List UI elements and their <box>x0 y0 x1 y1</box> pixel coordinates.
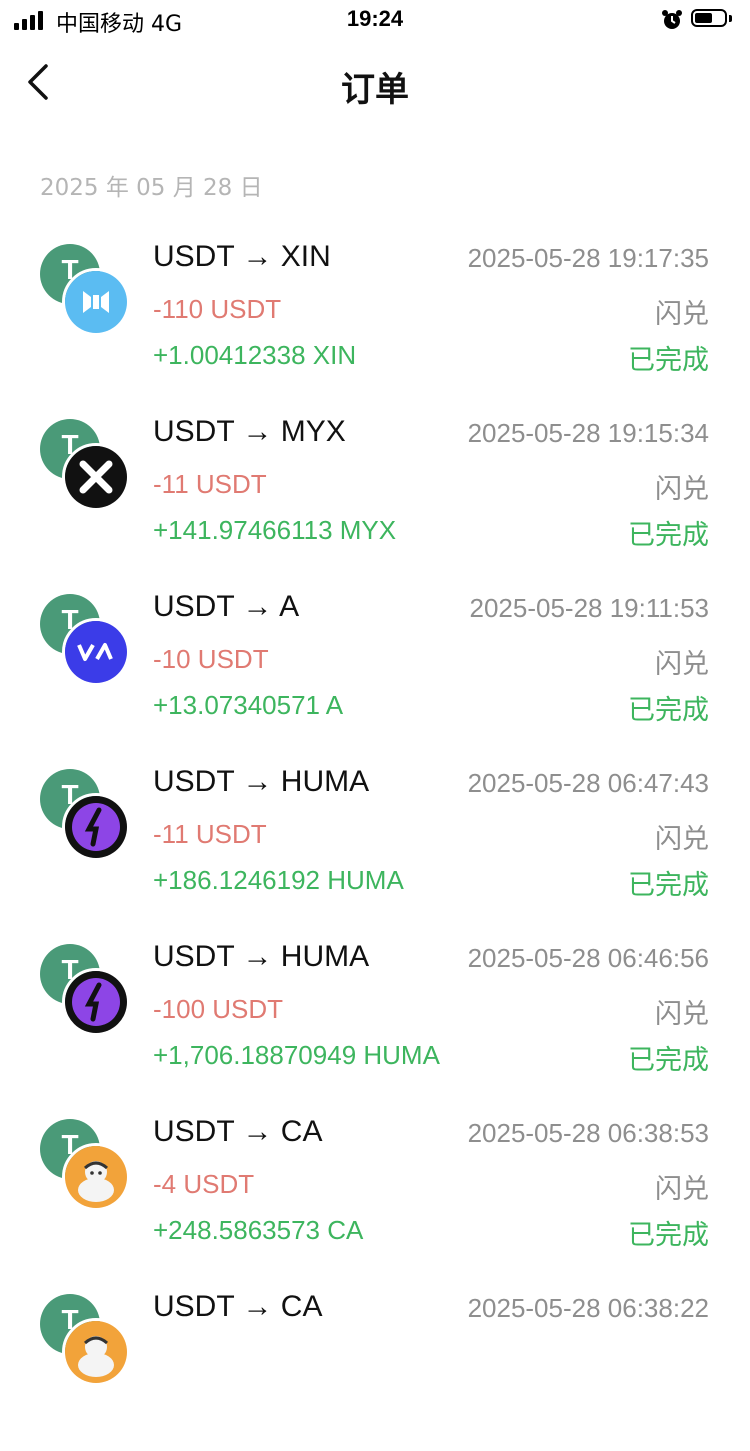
order-pair: USDT → MYX <box>153 415 346 448</box>
order-pair: USDT → CA <box>153 1115 323 1148</box>
order-debit: -4 USDT <box>153 1169 255 1199</box>
order-kind: 闪兑 <box>655 999 709 1030</box>
order-pair: USDT → CA <box>153 1290 323 1323</box>
order-kind: 闪兑 <box>655 299 709 330</box>
order-time: 2025-05-28 19:11:53 <box>469 593 710 623</box>
pair-icons: T <box>40 594 130 686</box>
order-time: 2025-05-28 19:17:35 <box>467 243 709 273</box>
order-row[interactable]: T USDT → HUMA 2025-05-28 06:46:56 -100 U… <box>0 926 750 1101</box>
order-status: 已完成 <box>628 1220 709 1251</box>
order-time: 2025-05-28 06:38:53 <box>467 1118 709 1148</box>
order-credit: +141.97466113 MYX <box>153 515 397 545</box>
order-row[interactable]: T USDT → CA 2025-05-28 06:38:22 <box>0 1276 750 1451</box>
pair-icons: T <box>40 1294 130 1386</box>
order-time: 2025-05-28 06:47:43 <box>467 768 709 798</box>
order-debit: -11 USDT <box>153 819 267 849</box>
order-time: 2025-05-28 06:46:56 <box>467 943 709 973</box>
pair-icons: T <box>40 1119 130 1211</box>
order-status: 已完成 <box>628 345 709 376</box>
order-credit: +248.5863573 CA <box>153 1215 364 1245</box>
order-status: 已完成 <box>628 870 709 901</box>
order-kind: 闪兑 <box>655 474 709 505</box>
ca-icon <box>62 1318 130 1386</box>
order-row[interactable]: T USDT → A 2025-05-28 19:11:53 -10 USDT … <box>0 576 750 751</box>
status-clock: 19:24 <box>346 6 404 31</box>
myx-icon <box>62 443 130 511</box>
ca-icon <box>62 1143 130 1211</box>
status-bar: 中国移动 4G 19:24 <box>0 0 750 40</box>
order-row[interactable]: T USDT → MYX 2025-05-28 19:15:34 -11 USD… <box>0 401 750 576</box>
pair-icons: T <box>40 769 130 861</box>
order-credit: +186.1246192 HUMA <box>153 865 404 895</box>
order-list: T USDT → XIN 2025-05-28 19:17:35 -110 US… <box>0 226 750 1451</box>
order-status: 已完成 <box>628 695 709 726</box>
alarm-icon <box>662 10 682 29</box>
order-row[interactable]: T USDT → HUMA 2025-05-28 06:47:43 -11 US… <box>0 751 750 926</box>
battery-icon <box>691 9 733 29</box>
huma-icon <box>62 968 130 1036</box>
order-pair: USDT → XIN <box>153 240 331 273</box>
nav-bar: 订单 <box>0 44 750 124</box>
order-kind: 闪兑 <box>655 1174 709 1205</box>
date-header: 2025 年 05 月 28 日 <box>40 175 263 201</box>
order-row[interactable]: T USDT → CA 2025-05-28 06:38:53 -4 USDT … <box>0 1101 750 1276</box>
order-credit: +13.07340571 A <box>153 690 344 720</box>
order-debit: -100 USDT <box>153 994 284 1024</box>
order-credit: +1.00412338 XIN <box>153 340 357 370</box>
order-pair: USDT → HUMA <box>153 940 370 973</box>
pair-icons: T <box>40 419 130 511</box>
order-row[interactable]: T USDT → XIN 2025-05-28 19:17:35 -110 US… <box>0 226 750 401</box>
order-status: 已完成 <box>628 1045 709 1076</box>
pair-icons: T <box>40 244 130 336</box>
order-debit: -10 USDT <box>153 644 269 674</box>
a-icon <box>62 618 130 686</box>
xin-icon <box>62 268 130 336</box>
huma-icon <box>62 793 130 861</box>
order-pair: USDT → A <box>153 590 300 623</box>
order-kind: 闪兑 <box>655 649 709 680</box>
pair-icons: T <box>40 944 130 1036</box>
order-debit: -11 USDT <box>153 469 267 499</box>
order-status: 已完成 <box>628 520 709 551</box>
order-time: 2025-05-28 19:15:34 <box>467 418 709 448</box>
page-title: 订单 <box>341 70 409 110</box>
order-debit: -110 USDT <box>153 294 282 324</box>
order-time: 2025-05-28 06:38:22 <box>467 1293 709 1323</box>
order-kind: 闪兑 <box>655 824 709 855</box>
order-pair: USDT → HUMA <box>153 765 370 798</box>
order-credit: +1,706.18870949 HUMA <box>153 1040 440 1070</box>
